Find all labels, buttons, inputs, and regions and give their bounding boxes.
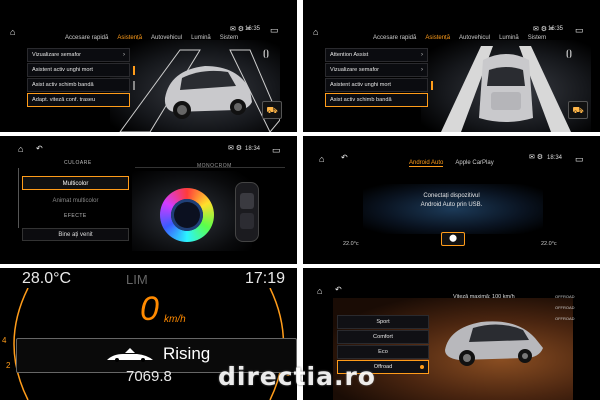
screen-ambient-light: ⌂ ↶ ✉ ⚙ 18:34 ▭ CULOARE MONOCROM Multico…	[0, 136, 297, 264]
max-speed-label: Viteză maximă: 100 km/h	[453, 294, 515, 300]
menu-item-blind-spot[interactable]: Asistent activ unghi mort	[325, 78, 433, 92]
menu-item-blind-spot[interactable]: Asistent activ unghi mort	[27, 63, 135, 77]
tab-android-auto[interactable]: Android Auto	[409, 160, 444, 167]
menu-item-traffic-light[interactable]: Vizualizare semafor ›	[27, 48, 130, 62]
chevron-right-icon: ›	[421, 52, 423, 58]
suv-image	[439, 308, 549, 368]
limiter-indicator: LIM	[126, 272, 148, 287]
home-icon[interactable]: ⌂	[10, 27, 15, 37]
odometer: 7069.8	[126, 368, 172, 385]
back-icon[interactable]: ↶	[341, 153, 348, 163]
settings-button[interactable]: ⬤	[441, 232, 465, 246]
option-animated-multicolor[interactable]: Animat multicolor	[22, 194, 129, 208]
toggle-on-indicator	[431, 81, 433, 90]
lane-assist-icon: ⦗⦘	[263, 48, 269, 58]
speed-value: 0	[140, 290, 159, 328]
lane-assist-icon: ⦗⦘	[566, 48, 572, 58]
toggle-off-indicator	[133, 81, 135, 90]
screen-android-auto: ⌂ ↶ Android Auto Apple CarPlay ✉ ⚙ 18:34…	[303, 136, 600, 264]
softkey-car-icon[interactable]: ⛟	[262, 101, 282, 119]
screen-assist-menu-1: ⌂ ✉ ⚙ ≡ 16:35 ▭ Accesare rapidă Asistenț…	[0, 0, 297, 132]
menu-item-attention-assist[interactable]: Attention Assist ›	[325, 48, 428, 62]
message-icon[interactable]: ▭	[575, 25, 584, 35]
temp-left: 22.0°c	[343, 241, 359, 247]
message-icon[interactable]: ▭	[575, 154, 584, 164]
color-wheel-center	[171, 199, 203, 231]
option-welcome[interactable]: Bine ați venit	[22, 228, 129, 241]
car-visualization	[110, 40, 281, 132]
home-icon[interactable]: ⌂	[319, 154, 324, 164]
tab-quick-access[interactable]: Accesare rapidă	[65, 35, 108, 42]
divider	[135, 167, 285, 168]
clock: 16:35	[245, 26, 261, 32]
screen-assist-menu-2: ⌂ ✉ ⚙ ≡ 16:35 ▭ Accesare rapidă Asistenț…	[303, 0, 600, 132]
message-glow	[363, 184, 543, 234]
outside-temperature: 28.0°C	[22, 270, 72, 287]
menu-item-lane-change[interactable]: Asist activ schimb bandă	[27, 78, 135, 92]
status-icons: ✉ ⚙	[228, 145, 243, 152]
status-text: Rising	[163, 344, 211, 363]
selected-indicator	[420, 365, 424, 369]
clock: 16:35	[548, 26, 564, 32]
connect-message-line2: Android Auto prin USB.	[420, 202, 483, 208]
tab-quick-access[interactable]: Accesare rapidă	[373, 35, 416, 42]
menu-item-adaptive-speed[interactable]: Adapt. viteză conf. traseu	[27, 93, 130, 107]
home-icon[interactable]: ⌂	[18, 144, 23, 154]
svg-text:2: 2	[6, 361, 11, 370]
softkey-car-icon[interactable]: ⛟	[568, 101, 588, 119]
menu-item-traffic-light[interactable]: Vizualizare semafor ›	[325, 63, 428, 77]
svg-text:4: 4	[2, 336, 7, 345]
assist-menu: Attention Assist › Vizualizare semafor › A…	[325, 48, 433, 108]
temp-right: 22.0°c	[541, 241, 557, 247]
clock: 18:34	[547, 155, 563, 161]
message-icon[interactable]: ▭	[270, 25, 279, 35]
clock: 18:34	[245, 146, 261, 152]
watermark: directia.ro	[218, 362, 376, 391]
home-icon[interactable]: ⌂	[313, 27, 318, 37]
car-top-view-icon	[235, 182, 259, 242]
assist-menu: Vizualizare semafor › Asistent activ ungh…	[27, 48, 135, 108]
projection-tabs: Android Auto Apple CarPlay	[409, 160, 494, 167]
chevron-right-icon: ›	[123, 52, 125, 58]
side-indicators: OFFROAD OFFROAD OFFROAD	[555, 294, 575, 321]
mode-sport[interactable]: Sport	[337, 315, 429, 329]
section-mono-heading: MONOCROM	[197, 163, 232, 169]
status-icons: ✉ ⚙	[529, 154, 544, 161]
back-icon[interactable]: ↶	[36, 144, 43, 154]
back-icon[interactable]: ↶	[335, 285, 342, 295]
toggle-on-indicator	[133, 66, 135, 75]
chevron-right-icon: ›	[421, 67, 423, 73]
color-wheel[interactable]	[160, 188, 214, 242]
option-multicolor[interactable]: Multicolor	[22, 176, 129, 190]
mode-eco[interactable]: Eco	[337, 345, 429, 359]
clock: 17:19	[245, 270, 286, 287]
home-icon[interactable]: ⌂	[317, 286, 322, 296]
connect-message-line1: Conectați dispozitivul	[423, 193, 480, 199]
menu-item-lane-change[interactable]: Asist activ schimb bandă	[325, 93, 428, 107]
speed-unit: km/h	[164, 314, 186, 325]
message-icon[interactable]: ▭	[272, 145, 281, 155]
tab-apple-carplay[interactable]: Apple CarPlay	[455, 160, 493, 167]
mode-comfort[interactable]: Comfort	[337, 330, 429, 344]
section-effects-heading: EFECTE	[64, 213, 87, 219]
section-color-heading: CULOARE	[64, 160, 92, 166]
car-lift-icon	[103, 348, 157, 362]
